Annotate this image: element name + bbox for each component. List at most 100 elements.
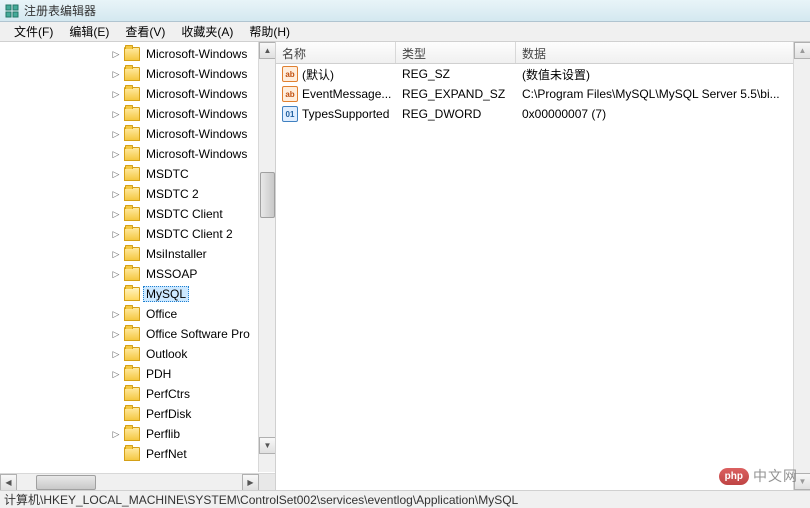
list-header: 名称 类型 数据: [276, 42, 810, 64]
tree-hscrollbar[interactable]: ◀ ▶: [0, 473, 276, 490]
scroll-right-button[interactable]: ▶: [242, 474, 259, 490]
list-vscrollbar[interactable]: ▲ ▼: [793, 42, 810, 490]
expand-icon[interactable]: ▷: [110, 328, 122, 340]
tree-item[interactable]: PerfCtrs: [0, 384, 258, 404]
col-header-type[interactable]: 类型: [396, 42, 516, 63]
tree-item[interactable]: ▷MSSOAP: [0, 264, 258, 284]
expand-icon[interactable]: ▷: [110, 268, 122, 280]
tree-label: Office Software Pro: [143, 326, 253, 342]
tree-item[interactable]: ▷ Microsoft-Windows: [0, 84, 258, 104]
tree-item[interactable]: ▷Office: [0, 304, 258, 324]
scroll-thumb[interactable]: [260, 172, 275, 218]
list-row[interactable]: 01TypesSupportedREG_DWORD0x00000007 (7): [276, 104, 810, 124]
tree-item[interactable]: ▷ Office Software Pro: [0, 324, 258, 344]
folder-icon: [124, 167, 140, 181]
tree-label: PerfDisk: [143, 406, 194, 422]
tree-label: Microsoft-Windows: [143, 46, 250, 62]
expand-icon[interactable]: ▷: [110, 88, 122, 100]
titlebar: 注册表编辑器: [0, 0, 810, 22]
list-row[interactable]: abEventMessage...REG_EXPAND_SZC:\Program…: [276, 84, 810, 104]
folder-icon: [124, 247, 140, 261]
menu-favorites[interactable]: 收藏夹(A): [173, 21, 241, 42]
tree-item[interactable]: ▷ PDH: [0, 364, 258, 384]
tree-label: MySQL: [143, 286, 189, 302]
tree-item[interactable]: ▷Microsoft-Windows: [0, 124, 258, 144]
expand-icon[interactable]: ▷: [110, 208, 122, 220]
expand-icon[interactable]: ▷: [110, 68, 122, 80]
tree-vscrollbar[interactable]: ▲ ▼: [258, 42, 275, 472]
statusbar-path: 计算机\HKEY_LOCAL_MACHINE\SYSTEM\ControlSet…: [4, 491, 518, 508]
folder-icon: [124, 307, 140, 321]
tree-label: Microsoft-Windows: [143, 66, 250, 82]
tree-item[interactable]: PerfDisk: [0, 404, 258, 424]
menu-edit[interactable]: 编辑(E): [61, 21, 117, 42]
expand-icon[interactable]: ▷: [110, 128, 122, 140]
tree-item[interactable]: ▷Outlook: [0, 344, 258, 364]
expand-icon[interactable]: ▷: [110, 228, 122, 240]
folder-icon: [124, 427, 140, 441]
expand-icon[interactable]: ▷: [110, 368, 122, 380]
expand-icon[interactable]: ▷: [110, 108, 122, 120]
folder-icon: [124, 387, 140, 401]
scroll-down-button[interactable]: ▼: [259, 437, 276, 454]
folder-icon: [124, 347, 140, 361]
folder-icon: [124, 287, 140, 301]
expand-icon[interactable]: ▷: [110, 308, 122, 320]
menu-help[interactable]: 帮助(H): [241, 21, 298, 42]
cell-data: (数值未设置): [516, 66, 810, 83]
folder-icon: [124, 367, 140, 381]
scroll-thumb-h[interactable]: [36, 475, 96, 490]
expand-icon[interactable]: ▷: [110, 248, 122, 260]
tree-label: MSDTC Client: [143, 206, 226, 222]
tree-item[interactable]: ▷ Microsoft-Windows: [0, 44, 258, 64]
expand-placeholder: [110, 288, 122, 300]
list-body[interactable]: ab(默认)REG_SZ(数值未设置)abEventMessage...REG_…: [276, 64, 810, 124]
scroll-up-button[interactable]: ▲: [794, 42, 810, 59]
expand-icon[interactable]: ▷: [110, 188, 122, 200]
list-row[interactable]: ab(默认)REG_SZ(数值未设置): [276, 64, 810, 84]
tree-item[interactable]: ▷ Microsoft-Windows: [0, 64, 258, 84]
expand-icon[interactable]: ▷: [110, 428, 122, 440]
tree-item[interactable]: ▷Perflib: [0, 424, 258, 444]
expand-icon[interactable]: ▷: [110, 168, 122, 180]
tree-item[interactable]: ▷Microsoft-Windows: [0, 104, 258, 124]
cell-type: REG_SZ: [396, 67, 516, 81]
tree-item[interactable]: ▷ MSDTC: [0, 164, 258, 184]
tree-item[interactable]: PerfNet: [0, 444, 258, 464]
expand-icon[interactable]: ▷: [110, 348, 122, 360]
tree-item[interactable]: ▷ MSDTC Client 2: [0, 224, 258, 244]
tree-item[interactable]: ▷ MSDTC Client: [0, 204, 258, 224]
scroll-left-button[interactable]: ◀: [0, 474, 17, 490]
expand-icon[interactable]: ▷: [110, 148, 122, 160]
window-title: 注册表编辑器: [24, 2, 96, 19]
tree-scroll[interactable]: ▷ Microsoft-Windows ▷ Microsoft-Windows ▷ Mic…: [0, 42, 258, 472]
folder-icon: [124, 47, 140, 61]
tree-label: Microsoft-Windows: [143, 146, 250, 162]
menu-file[interactable]: 文件(F): [6, 21, 61, 42]
tree-label: MSDTC Client 2: [143, 226, 236, 242]
tree-label: PerfCtrs: [143, 386, 193, 402]
tree-label: Microsoft-Windows: [143, 86, 250, 102]
menubar: 文件(F) 编辑(E) 查看(V) 收藏夹(A) 帮助(H): [0, 22, 810, 42]
tree-item[interactable]: ▷ MsiInstaller: [0, 244, 258, 264]
col-header-data[interactable]: 数据: [516, 42, 810, 63]
tree-item[interactable]: ▷MSDTC 2: [0, 184, 258, 204]
list-pane: 名称 类型 数据 ab(默认)REG_SZ(数值未设置)abEventMessa…: [276, 42, 810, 490]
col-header-name[interactable]: 名称: [276, 42, 396, 63]
tree-label: MSDTC: [143, 166, 192, 182]
menu-view[interactable]: 查看(V): [117, 21, 173, 42]
expand-icon[interactable]: ▷: [110, 48, 122, 60]
folder-icon: [124, 407, 140, 421]
cell-name: ab(默认): [276, 66, 396, 83]
tree-item[interactable]: ▷ Microsoft-Windows: [0, 144, 258, 164]
folder-icon: [124, 127, 140, 141]
scroll-up-button[interactable]: ▲: [259, 42, 276, 59]
cell-data: 0x00000007 (7): [516, 107, 810, 121]
cell-type: REG_DWORD: [396, 107, 516, 121]
tree-label: PDH: [143, 366, 174, 382]
folder-icon: [124, 447, 140, 461]
tree-item[interactable]: MySQL: [0, 284, 258, 304]
tree-label: MsiInstaller: [143, 246, 210, 262]
expand-placeholder: [110, 388, 122, 400]
reg-dword-icon: 01: [282, 106, 298, 122]
